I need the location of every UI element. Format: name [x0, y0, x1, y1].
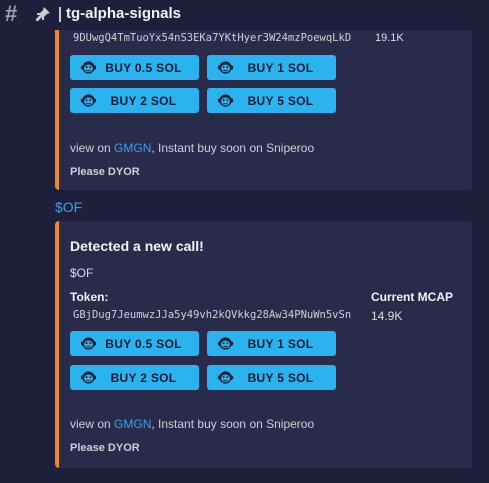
buy-0.5-sol-button[interactable]: BUY 0.5 SOL: [70, 55, 199, 80]
buy-2-sol-button[interactable]: BUY 2 SOL: [70, 365, 199, 390]
dyor-note: Please DYOR: [70, 166, 140, 178]
embed-ticker: $OF: [70, 266, 94, 280]
dyor-note: Please DYOR: [70, 442, 140, 454]
pin-icon[interactable]: [35, 6, 51, 22]
embed-title: Detected a new call!: [70, 238, 204, 254]
monkey-icon: [217, 92, 234, 109]
channel-name: tg-alpha-signals: [66, 5, 182, 22]
header-divider: [59, 7, 61, 22]
buy-1-sol-button[interactable]: BUY 1 SOL: [207, 331, 336, 356]
monkey-icon: [80, 335, 97, 352]
message-text: $OF: [55, 199, 83, 215]
buy-1-sol-button[interactable]: BUY 1 SOL: [207, 55, 336, 80]
monkey-icon: [80, 369, 97, 386]
signal-embed: Detected a new call! $OF Token: GBjDug7J…: [55, 221, 472, 468]
view-on-line: view on GMGN, Instant buy soon on Sniper…: [70, 141, 315, 155]
token-address: GBjDug7JeumwzJJa5y49vh2kQVkkg28Aw34PNuWn…: [73, 309, 352, 321]
channel-header: # tg-alpha-signals: [0, 0, 489, 30]
buy-5-sol-button[interactable]: BUY 5 SOL: [207, 365, 336, 390]
buy-5-sol-button[interactable]: BUY 5 SOL: [207, 88, 336, 113]
monkey-icon: [217, 59, 234, 76]
monkey-icon: [217, 369, 234, 386]
token-address-partial: 9DUwgQ4TmTuoYx54nS3EKa7YKtHyer3W24mzPoew…: [73, 32, 352, 44]
channel-hash-icon: #: [5, 1, 18, 26]
view-on-line: view on GMGN, Instant buy soon on Sniper…: [70, 417, 315, 431]
monkey-icon: [80, 92, 97, 109]
mcap-value: 14.9K: [371, 309, 403, 323]
monkey-icon: [80, 59, 97, 76]
gmgn-link[interactable]: GMGN: [114, 141, 151, 155]
gmgn-link[interactable]: GMGN: [114, 417, 151, 431]
token-label: Token:: [70, 290, 109, 304]
monkey-icon: [217, 335, 234, 352]
mcap-value-partial: 19.1K: [375, 32, 404, 44]
buy-2-sol-button[interactable]: BUY 2 SOL: [70, 88, 199, 113]
mcap-label: Current MCAP: [371, 290, 454, 304]
buy-0.5-sol-button[interactable]: BUY 0.5 SOL: [70, 331, 199, 356]
